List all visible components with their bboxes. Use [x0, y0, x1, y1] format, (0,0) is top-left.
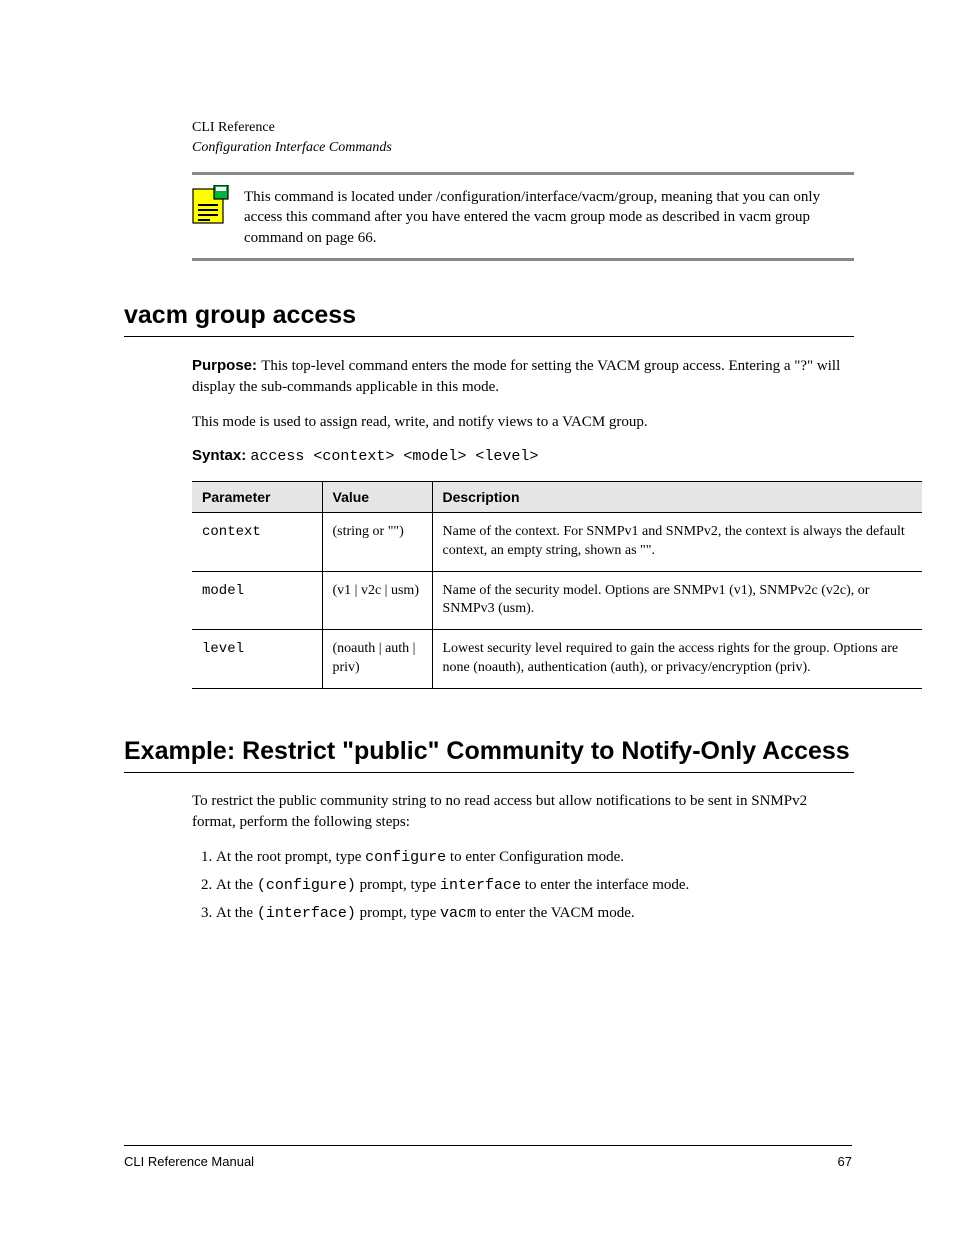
- header-title: Configuration Interface Commands: [192, 140, 854, 156]
- header-label: CLI Reference: [192, 120, 854, 136]
- note-top-rule: [192, 172, 854, 175]
- param-cell: level: [192, 630, 322, 689]
- page-footer: CLI Reference Manual 67: [124, 1145, 852, 1169]
- syntax-line: Syntax: access <context> <model> <level>: [192, 447, 854, 465]
- purpose-paragraph-2: This mode is used to assign read, write,…: [192, 412, 854, 433]
- col-value: Value: [322, 481, 432, 512]
- steps-list: At the root prompt, type configure to en…: [192, 847, 854, 924]
- table-row: context (string or "") Name of the conte…: [192, 512, 922, 571]
- desc-cell: Lowest security level required to gain t…: [432, 630, 922, 689]
- col-description: Description: [432, 481, 922, 512]
- value-cell: (noauth | auth | priv): [322, 630, 432, 689]
- table-row: level (noauth | auth | priv) Lowest secu…: [192, 630, 922, 689]
- note-bottom-rule: [192, 258, 854, 261]
- purpose-paragraph-1: Purpose: This top-level command enters t…: [192, 355, 854, 398]
- note-text: This command is located under /configura…: [244, 185, 854, 248]
- syntax-label: Syntax:: [192, 447, 250, 464]
- section-heading-access: vacm group access: [124, 301, 854, 330]
- desc-cell: Name of the context. For SNMPv1 and SNMP…: [432, 512, 922, 571]
- section-rule-1: [124, 336, 854, 337]
- syntax-code: access <context> <model> <level>: [250, 448, 538, 465]
- value-cell: (v1 | v2c | usm): [322, 571, 432, 630]
- note-icon: [192, 185, 230, 225]
- purpose-label: Purpose:: [192, 357, 261, 374]
- footer-page-number: 67: [838, 1154, 852, 1169]
- footer-rule: [124, 1145, 852, 1146]
- table-header-row: Parameter Value Description: [192, 481, 922, 512]
- example-intro: To restrict the public community string …: [192, 791, 854, 833]
- param-cell: model: [192, 571, 322, 630]
- step-item: At the (configure) prompt, type interfac…: [216, 875, 854, 897]
- footer-doc-title: CLI Reference Manual: [124, 1154, 254, 1169]
- col-parameter: Parameter: [192, 481, 322, 512]
- table-row: model (v1 | v2c | usm) Name of the secur…: [192, 571, 922, 630]
- purpose-body-1: This top-level command enters the mode f…: [192, 358, 840, 395]
- section-rule-2: [124, 772, 854, 773]
- value-cell: (string or ""): [322, 512, 432, 571]
- step-item: At the root prompt, type configure to en…: [216, 847, 854, 869]
- desc-cell: Name of the security model. Options are …: [432, 571, 922, 630]
- section-heading-example: Example: Restrict "public" Community to …: [124, 737, 854, 766]
- parameters-table: Parameter Value Description context (str…: [192, 481, 922, 689]
- step-item: At the (interface) prompt, type vacm to …: [216, 903, 854, 925]
- param-cell: context: [192, 512, 322, 571]
